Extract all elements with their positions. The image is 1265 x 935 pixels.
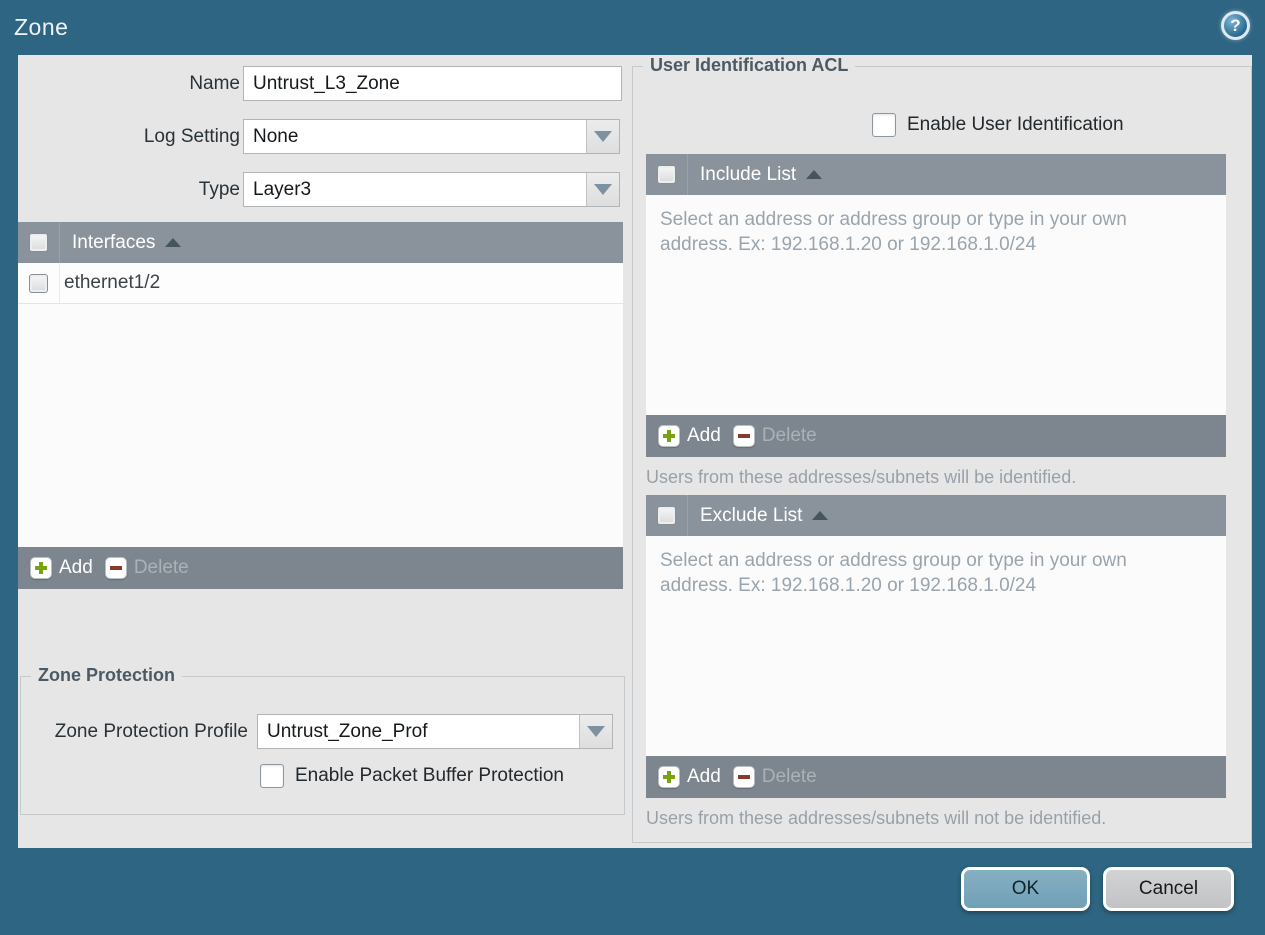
log-setting-label: Log Setting — [143, 126, 240, 147]
enable-packet-buffer-label: Enable Packet Buffer Protection — [295, 765, 564, 786]
include-list-header[interactable]: Include List — [646, 154, 1226, 195]
log-setting-value[interactable]: None — [244, 120, 586, 153]
include-list-body[interactable]: Select an address or address group or ty… — [646, 195, 1226, 415]
help-button[interactable]: ? — [1221, 11, 1250, 40]
interfaces-header-checkbox-cell — [18, 222, 60, 263]
add-button[interactable]: Add — [658, 766, 721, 788]
user-identification-section: User Identification ACL Enable User Iden… — [632, 55, 1252, 843]
add-icon — [658, 766, 680, 788]
exclude-select-all-checkbox[interactable] — [657, 506, 676, 525]
enable-user-identification-label: Enable User Identification — [907, 114, 1124, 135]
chevron-down-icon — [594, 184, 612, 195]
type-select[interactable]: Layer3 — [243, 172, 620, 207]
exclude-list-column-header[interactable]: Exclude List — [700, 505, 829, 527]
question-mark-icon: ? — [1230, 16, 1241, 35]
interface-name: ethernet1/2 — [64, 272, 161, 293]
include-list-note: Users from these addresses/subnets will … — [646, 467, 1077, 487]
type-dropdown-button[interactable] — [586, 173, 619, 206]
delete-icon — [104, 557, 127, 579]
include-select-all-checkbox[interactable] — [657, 165, 676, 184]
row-checkbox[interactable] — [29, 273, 48, 293]
delete-button[interactable]: Delete — [732, 766, 817, 788]
enable-user-id-row: Enable User Identification — [872, 113, 1124, 137]
interfaces-select-all-checkbox[interactable] — [29, 233, 48, 252]
zone-protection-section: Zone Protection Zone Protection Profile … — [20, 665, 625, 815]
include-list-toolbar: Add Delete — [646, 415, 1226, 457]
interfaces-table: Interfaces ethernet1/2 Add Delete — [18, 222, 623, 589]
interfaces-table-toolbar: Add Delete — [18, 547, 623, 589]
exclude-list-toolbar: Add Delete — [646, 756, 1226, 798]
chevron-down-icon — [587, 726, 605, 737]
interfaces-table-body: ethernet1/2 — [18, 263, 623, 547]
zone-dialog: Zone ? Name Untrust_L3_Zone Log Setting … — [0, 0, 1265, 935]
chevron-down-icon — [594, 131, 612, 142]
add-icon — [658, 425, 680, 447]
sort-ascending-icon — [806, 170, 823, 179]
type-label: Type — [198, 179, 240, 200]
zone-protection-legend: Zone Protection — [31, 665, 183, 686]
table-row[interactable]: ethernet1/2 — [18, 263, 623, 304]
exclude-list-placeholder: Select an address or address group or ty… — [660, 550, 1127, 596]
interfaces-table-header[interactable]: Interfaces — [18, 222, 623, 263]
add-button[interactable]: Add — [30, 557, 93, 579]
zone-protection-profile-value[interactable]: Untrust_Zone_Prof — [258, 715, 579, 748]
packet-buffer-row: Enable Packet Buffer Protection — [260, 764, 564, 788]
delete-icon — [732, 425, 755, 447]
sort-ascending-icon — [165, 238, 182, 247]
add-icon — [30, 557, 52, 579]
include-list-table: Include List Select an address or addres… — [646, 154, 1226, 457]
delete-button[interactable]: Delete — [732, 425, 817, 447]
name-input[interactable]: Untrust_L3_Zone — [243, 66, 622, 101]
include-list-column-header[interactable]: Include List — [700, 164, 823, 186]
cancel-button[interactable]: Cancel — [1103, 867, 1234, 911]
delete-icon — [732, 766, 755, 788]
zone-protection-profile-select[interactable]: Untrust_Zone_Prof — [257, 714, 613, 749]
name-label: Name — [189, 73, 240, 94]
sort-ascending-icon — [812, 511, 829, 520]
exclude-list-note: Users from these addresses/subnets will … — [646, 808, 1107, 828]
delete-button[interactable]: Delete — [104, 557, 189, 579]
zone-protection-profile-dropdown-button[interactable] — [579, 715, 612, 748]
exclude-list-header[interactable]: Exclude List — [646, 495, 1226, 536]
zone-protection-profile-label: Zone Protection Profile — [54, 721, 248, 742]
dialog-body: Name Untrust_L3_Zone Log Setting None Ty… — [18, 55, 1252, 848]
ok-button[interactable]: OK — [961, 867, 1090, 911]
interfaces-column-header[interactable]: Interfaces — [72, 232, 182, 254]
user-identification-legend: User Identification ACL — [643, 55, 856, 76]
enable-packet-buffer-checkbox[interactable] — [260, 764, 284, 788]
exclude-list-table: Exclude List Select an address or addres… — [646, 495, 1226, 798]
type-value[interactable]: Layer3 — [244, 173, 586, 206]
dialog-title: Zone — [14, 14, 69, 40]
include-list-placeholder: Select an address or address group or ty… — [660, 209, 1127, 255]
log-setting-select[interactable]: None — [243, 119, 620, 154]
exclude-list-body[interactable]: Select an address or address group or ty… — [646, 536, 1226, 756]
log-setting-dropdown-button[interactable] — [586, 120, 619, 153]
name-value: Untrust_L3_Zone — [253, 72, 400, 94]
enable-user-identification-checkbox[interactable] — [872, 113, 896, 137]
add-button[interactable]: Add — [658, 425, 721, 447]
